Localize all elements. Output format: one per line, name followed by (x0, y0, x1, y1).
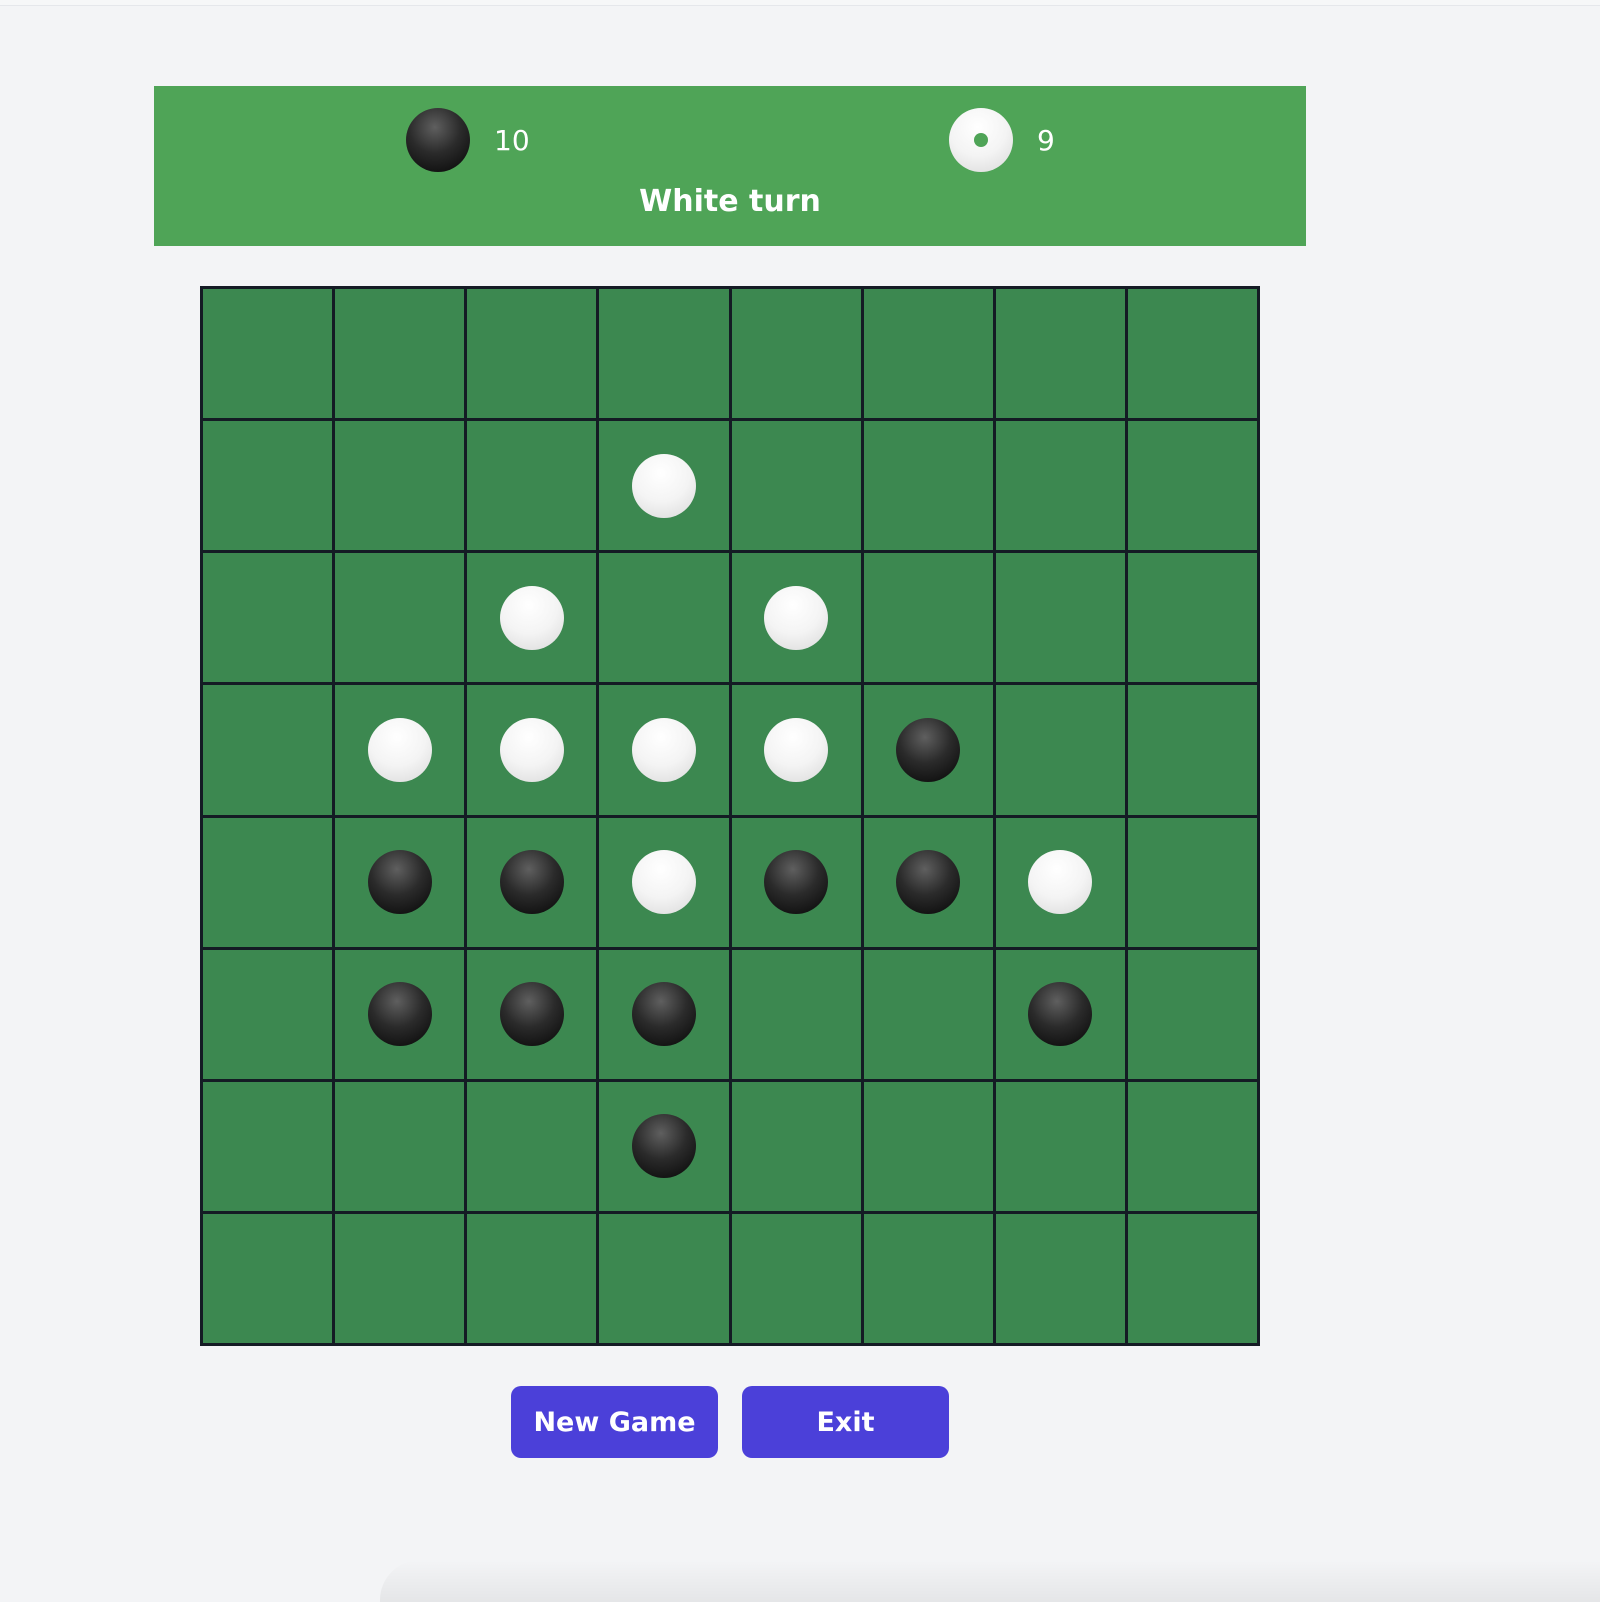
current-turn-marker-icon (974, 133, 988, 147)
board-cell-r7-c5[interactable] (731, 1081, 861, 1211)
board-cell-r8-c2[interactable] (335, 1213, 465, 1343)
board-cell-r4-c6[interactable] (863, 685, 993, 815)
board-cell-r6-c7[interactable] (995, 949, 1125, 1079)
board-cell-r6-c2[interactable] (335, 949, 465, 1079)
game-board (200, 286, 1260, 1346)
board-cell-r1-c8[interactable] (1127, 289, 1257, 419)
board-cell-r3-c7[interactable] (995, 553, 1125, 683)
black-disc-icon (764, 850, 829, 915)
board-cell-r8-c7[interactable] (995, 1213, 1125, 1343)
top-divider (0, 0, 1600, 6)
board-cell-r5-c2[interactable] (335, 817, 465, 947)
board-cell-r4-c3[interactable] (467, 685, 597, 815)
bottom-shadow (380, 1560, 1600, 1602)
board-cell-r7-c4[interactable] (599, 1081, 729, 1211)
black-disc-icon (499, 850, 564, 915)
white-score-count: 9 (1037, 123, 1055, 157)
white-disc-icon (631, 453, 696, 518)
white-disc-icon (949, 108, 1013, 172)
board-cell-r5-c6[interactable] (863, 817, 993, 947)
board-cell-r1-c3[interactable] (467, 289, 597, 419)
exit-button[interactable]: Exit (742, 1386, 949, 1458)
new-game-button[interactable]: New Game (511, 1386, 718, 1458)
board-cell-r3-c6[interactable] (863, 553, 993, 683)
white-disc-icon (631, 717, 696, 782)
board-cell-r7-c3[interactable] (467, 1081, 597, 1211)
action-buttons: New Game Exit (511, 1386, 949, 1458)
board-cell-r4-c7[interactable] (995, 685, 1125, 815)
board-cell-r8-c4[interactable] (599, 1213, 729, 1343)
board-cell-r1-c7[interactable] (995, 289, 1125, 419)
black-disc-icon (367, 982, 432, 1047)
board-cell-r1-c6[interactable] (863, 289, 993, 419)
black-score-count: 10 (494, 123, 530, 157)
board-cell-r2-c5[interactable] (731, 421, 861, 551)
board-cell-r8-c5[interactable] (731, 1213, 861, 1343)
board-cell-r2-c1[interactable] (203, 421, 333, 551)
board-cell-r3-c2[interactable] (335, 553, 465, 683)
board-cell-r7-c6[interactable] (863, 1081, 993, 1211)
black-disc-icon (499, 982, 564, 1047)
board-cell-r4-c2[interactable] (335, 685, 465, 815)
board-cell-r8-c1[interactable] (203, 1213, 333, 1343)
board-cell-r5-c3[interactable] (467, 817, 597, 947)
black-disc-icon (631, 1114, 696, 1179)
board-cell-r1-c5[interactable] (731, 289, 861, 419)
board-cell-r5-c1[interactable] (203, 817, 333, 947)
board-cell-r7-c8[interactable] (1127, 1081, 1257, 1211)
board-cell-r5-c4[interactable] (599, 817, 729, 947)
board-cell-r3-c5[interactable] (731, 553, 861, 683)
board-cell-r4-c8[interactable] (1127, 685, 1257, 815)
board-cell-r2-c6[interactable] (863, 421, 993, 551)
white-disc-icon (367, 717, 432, 782)
board-cell-r7-c1[interactable] (203, 1081, 333, 1211)
board-cell-r5-c5[interactable] (731, 817, 861, 947)
board-cell-r1-c4[interactable] (599, 289, 729, 419)
board-cell-r1-c2[interactable] (335, 289, 465, 419)
black-disc-icon (1028, 982, 1093, 1047)
board-cell-r4-c5[interactable] (731, 685, 861, 815)
turn-status: White turn (639, 184, 821, 219)
score-bar: 10 9 White turn (154, 86, 1306, 246)
board-cell-r3-c3[interactable] (467, 553, 597, 683)
board-cell-r5-c8[interactable] (1127, 817, 1257, 947)
board-cell-r2-c3[interactable] (467, 421, 597, 551)
board-cell-r3-c1[interactable] (203, 553, 333, 683)
board-cell-r6-c3[interactable] (467, 949, 597, 1079)
white-disc-icon (631, 850, 696, 915)
black-disc-icon (896, 850, 961, 915)
white-disc-icon (764, 717, 829, 782)
board-cell-r2-c8[interactable] (1127, 421, 1257, 551)
board-cell-r5-c7[interactable] (995, 817, 1125, 947)
white-disc-icon (499, 585, 564, 650)
black-disc-icon (367, 850, 432, 915)
board-cell-r4-c4[interactable] (599, 685, 729, 815)
board-cell-r6-c1[interactable] (203, 949, 333, 1079)
board-cell-r8-c3[interactable] (467, 1213, 597, 1343)
board-cell-r8-c8[interactable] (1127, 1213, 1257, 1343)
board-cell-r7-c7[interactable] (995, 1081, 1125, 1211)
board-cell-r2-c7[interactable] (995, 421, 1125, 551)
board-cell-r1-c1[interactable] (203, 289, 333, 419)
white-disc-icon (764, 585, 829, 650)
white-disc-icon (1028, 850, 1093, 915)
white-score: 9 (949, 108, 1055, 172)
board-cell-r6-c6[interactable] (863, 949, 993, 1079)
board-cell-r3-c4[interactable] (599, 553, 729, 683)
black-disc-icon (896, 717, 961, 782)
black-score: 10 (406, 108, 530, 172)
board-cell-r4-c1[interactable] (203, 685, 333, 815)
board-cell-r6-c4[interactable] (599, 949, 729, 1079)
black-disc-icon (631, 982, 696, 1047)
board-cell-r3-c8[interactable] (1127, 553, 1257, 683)
board-cell-r2-c2[interactable] (335, 421, 465, 551)
white-disc-icon (499, 717, 564, 782)
board-cell-r6-c5[interactable] (731, 949, 861, 1079)
board-cell-r6-c8[interactable] (1127, 949, 1257, 1079)
board-cell-r7-c2[interactable] (335, 1081, 465, 1211)
board-cell-r2-c4[interactable] (599, 421, 729, 551)
board-cell-r8-c6[interactable] (863, 1213, 993, 1343)
black-disc-icon (406, 108, 470, 172)
